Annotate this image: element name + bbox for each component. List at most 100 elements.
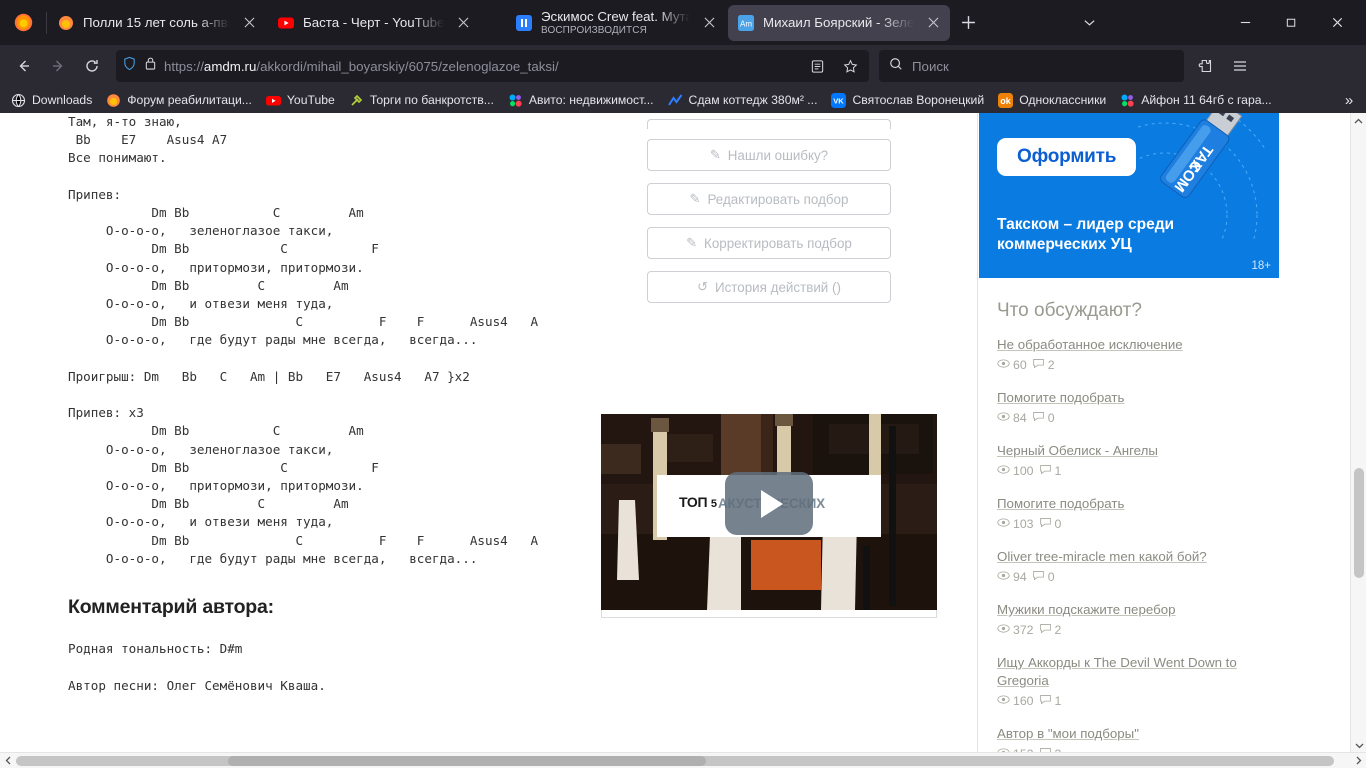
eye-icon [997,517,1010,531]
tab-close-icon[interactable] [698,12,720,34]
ad-banner-taxcom[interactable]: TAX COM Оформить Такском – лидер среди к… [979,113,1279,278]
search-input[interactable]: Поиск [879,50,1184,82]
bookmarks-bar: Downloads Форум реабилитаци... YouTube Т… [0,87,1366,113]
bookmark-item[interactable]: Айфон 11 64гб с гара... [1113,91,1278,110]
bookmark-label: YouTube [286,93,335,107]
scroll-right-arrow-icon[interactable] [1350,753,1366,768]
page-content: Там, я-то знаю, Bb E7 Asus4 A7 Все поним… [0,113,1350,761]
bookmark-item[interactable]: Форум реабилитаци... [99,91,259,110]
comments-count: 0 [1054,517,1062,531]
vertical-scrollbar[interactable] [1350,113,1366,753]
discussion-item: Не обработанное исключение 60 2 [997,336,1279,372]
new-tab-button[interactable] [951,7,985,39]
play-icon[interactable] [725,472,813,535]
list-all-tabs-chevron-down-icon[interactable] [1066,0,1112,45]
bookmark-label: Форум реабилитаци... [127,93,252,107]
horizontal-scrollbar[interactable] [0,752,1366,768]
vertical-scroll-thumb[interactable] [1354,468,1364,578]
tab-title: Михаил Боярский - Зеленогла… [763,14,914,30]
close-icon[interactable] [1314,0,1360,45]
bookmark-item[interactable]: Торги по банкротств... [342,91,501,110]
cut-off-button-top [647,119,891,129]
avito-icon [1120,93,1135,108]
discussion-link[interactable]: Мужики подскажите перебор [997,602,1176,617]
scroll-down-arrow-icon[interactable] [1351,737,1366,753]
discussion-meta: 103 0 [997,517,1279,531]
url-text: https://amdm.ru/akkordi/mihail_boyarskiy… [164,58,559,74]
comment-icon [1032,570,1045,584]
bookmark-item[interactable]: YouTube [259,91,342,110]
back-arrow-icon[interactable] [8,50,40,82]
button-label: Редактировать подбор [707,191,849,207]
extensions-icon[interactable] [1190,50,1222,82]
tab-close-icon[interactable] [452,12,474,34]
browser-window: Полли 15 лет соль а-пвп. с 11 Баста - Че… [0,0,1366,768]
tab-close-icon[interactable] [238,12,260,34]
discussion-item: Помогите подобрать 103 0 [997,495,1279,531]
horizontal-scroll-thumb[interactable] [228,756,706,766]
discussion-item: Помогите подобрать 84 0 [997,389,1279,425]
bookmark-label: Сдам коттедж 380м² ... [688,93,818,107]
video-player[interactable]: ТОП 5 АКУСТИЧЕСКИХ [601,414,937,610]
browser-tab-4-active[interactable]: Am Михаил Боярский - Зеленогла… [728,4,950,41]
browser-tab-2[interactable]: Баста - Черт - YouTube [268,5,504,41]
tab-close-icon[interactable] [922,12,944,34]
star-icon[interactable] [837,53,863,79]
action-history-button[interactable]: ↺ История действий () [647,271,891,303]
discussion-link[interactable]: Автор в "мои подборы" [997,726,1139,741]
address-bar[interactable]: https://amdm.ru/akkordi/mihail_boyarskiy… [116,50,869,82]
scroll-left-arrow-icon[interactable] [0,753,16,768]
bookmark-item[interactable]: Downloads [4,91,99,110]
discussion-link[interactable]: Помогите подобрать [997,390,1124,405]
correct-tab-button[interactable]: ✎ Корректировать подбор [647,227,891,259]
ad-cta-button[interactable]: Оформить [997,138,1137,176]
browser-tab-3[interactable]: Эскимос Crew feat. Мутант Ко… ВОСПРОИЗВО… [506,5,726,41]
comments-count: 1 [1054,464,1062,478]
eye-icon [997,358,1010,372]
report-error-button[interactable]: ✎ Нашли ошибку? [647,139,891,171]
reload-icon[interactable] [76,50,108,82]
pause-icon[interactable] [516,14,532,31]
forward-arrow-icon[interactable] [42,50,74,82]
bookmark-label: Downloads [32,93,93,107]
discussion-link[interactable]: Не обработанное исключение [997,337,1183,352]
discussion-link[interactable]: Черный Обелиск - Ангелы [997,443,1158,458]
bookmark-label: Одноклассники [1019,93,1107,107]
minimize-icon[interactable] [1222,0,1268,45]
edit-icon: ✎ [709,147,721,162]
bookmark-item[interactable]: VK Святослав Воронецкий [824,91,991,110]
web-page: Там, я-то знаю, Bb E7 Asus4 A7 Все поним… [0,113,1366,768]
bookmark-label: Айфон 11 64гб с гара... [1141,93,1272,107]
lock-icon[interactable] [144,56,157,76]
comments-count: 0 [1047,411,1055,425]
scroll-up-arrow-icon[interactable] [1351,113,1366,129]
discussion-link[interactable]: Ищу Аккорды к The Devil Went Down to Gre… [997,655,1237,688]
search-placeholder: Поиск [912,58,949,74]
discussion-item: Ищу Аккорды к The Devil Went Down to Gre… [997,654,1279,708]
reader-view-icon[interactable] [804,53,830,79]
discussion-meta: 94 0 [997,570,1279,584]
comment-icon [1039,464,1052,478]
video-overlay-top5: ТОП 5 [679,494,717,510]
edit-tab-button[interactable]: ✎ Редактировать подбор [647,183,891,215]
maximize-icon[interactable] [1268,0,1314,45]
discussion-link[interactable]: Помогите подобрать [997,496,1124,511]
comments-count: 1 [1054,694,1062,708]
vk-icon: VK [831,92,847,108]
bookmark-item[interactable]: Сдам коттедж 380м² ... [661,91,825,110]
shield-icon[interactable] [122,56,137,76]
song-chords-column: Там, я-то знаю, Bb E7 Asus4 A7 Все поним… [68,113,588,693]
browser-tab-1[interactable]: Полли 15 лет соль а-пвп. с 11 [48,5,266,41]
bookmark-item[interactable]: Авито: недвижимост... [501,91,661,110]
hamburger-menu-icon[interactable] [1224,50,1256,82]
button-label: Корректировать подбор [704,235,852,251]
views-count: 94 [1013,570,1027,584]
button-label: Нашли ошибку? [727,147,829,163]
discussion-link[interactable]: Oliver tree-miracle men какой бой? [997,549,1207,564]
bookmarks-overflow-icon[interactable]: » [1336,89,1362,111]
views-count: 84 [1013,411,1027,425]
views-count: 60 [1013,358,1027,372]
svg-text:VK: VK [834,96,845,105]
tab-title: Эскимос Crew feat. Мутант Ко… [541,8,690,24]
bookmark-item[interactable]: ok Одноклассники [991,91,1113,110]
